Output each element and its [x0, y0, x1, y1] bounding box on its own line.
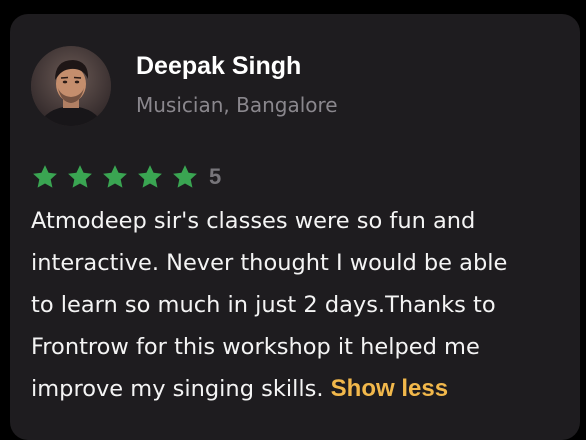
rating-value: 5	[209, 164, 222, 189]
star-icon	[173, 165, 197, 188]
testimonial-card: Deepak Singh Musician, Bangalore 5 Atmod…	[10, 14, 580, 440]
show-less-link[interactable]: Show less	[331, 375, 448, 402]
star-icon	[33, 165, 57, 188]
author-subtitle: Musician, Bangalore	[136, 93, 338, 117]
avatar-photo	[31, 46, 111, 126]
author-name: Deepak Singh	[136, 52, 302, 80]
avatar	[31, 46, 111, 126]
star-icon	[138, 165, 162, 188]
star-rating: 5	[31, 162, 221, 192]
review-line: Atmodeep sir's classes were so fun and	[31, 208, 476, 234]
review-line: to learn so much in just 2 days.Thanks t…	[31, 292, 496, 318]
review-line: Frontrow for this workshop it helped me	[31, 334, 480, 360]
review-text: Atmodeep sir's classes were so fun and in…	[31, 200, 566, 410]
star-icon	[103, 165, 127, 188]
review-line: improve my singing skills.	[31, 376, 331, 402]
review-line: interactive. Never thought I would be ab…	[31, 250, 508, 276]
star-icon	[68, 165, 92, 188]
